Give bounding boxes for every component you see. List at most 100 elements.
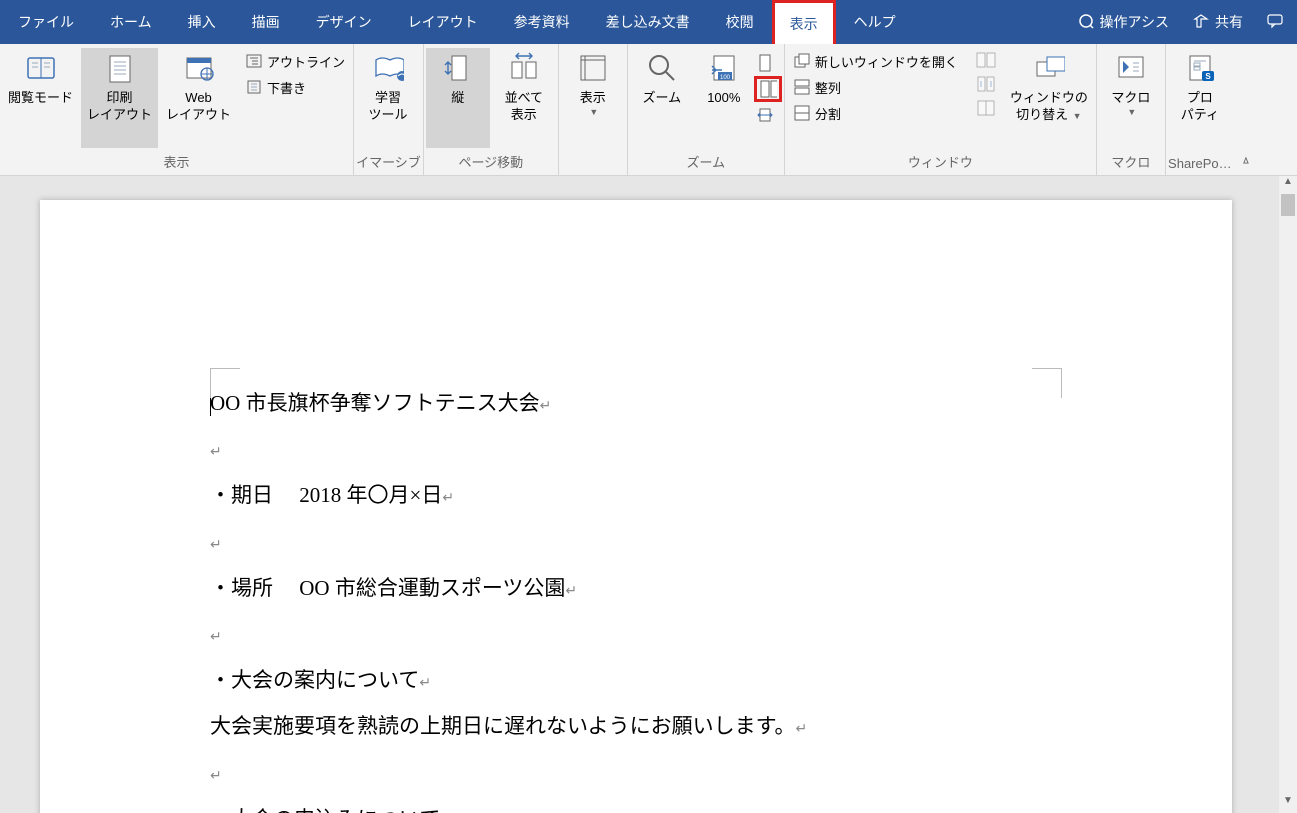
share-icon (1193, 13, 1209, 32)
print-layout-button[interactable]: 印刷 レイアウト (81, 48, 158, 148)
draft-button[interactable]: 下書き (239, 74, 351, 100)
outline-label: アウトライン (267, 52, 345, 71)
doc-line-date: ・期日 2018 年〇月×日 (210, 483, 442, 507)
tab-help[interactable]: ヘルプ (836, 0, 914, 44)
zoom-button[interactable]: ズーム (630, 48, 694, 148)
macros-icon (1115, 52, 1147, 84)
group-immersive: 学習 ツール イマーシブ (354, 44, 424, 175)
tell-me[interactable]: 操作アシス (1066, 0, 1181, 44)
new-window-icon (793, 52, 811, 70)
vertical-icon (442, 52, 474, 84)
show-label: 表示 (580, 90, 606, 107)
chevron-up-icon: ㅿ (1240, 152, 1251, 169)
page-width-button[interactable] (754, 102, 782, 128)
properties-label2: パティ (1181, 107, 1219, 124)
tab-mailings[interactable]: 差し込み文書 (588, 0, 708, 44)
group-views: 閲覧モード 印刷 レイアウト Web レイアウト (0, 44, 354, 175)
switch-windows-button[interactable]: ウィンドウの 切り替え ▼ (1004, 48, 1094, 148)
properties-button[interactable]: S プロ パティ (1168, 48, 1232, 152)
tab-design[interactable]: デザイン (298, 0, 390, 44)
split-icon (793, 104, 811, 122)
split-label: 分割 (815, 104, 841, 123)
multi-page-button[interactable] (754, 76, 782, 102)
side-by-side-icon (508, 52, 540, 84)
split-button[interactable]: 分割 (787, 100, 964, 126)
collapse-ribbon-button[interactable]: ㅿ (1234, 152, 1258, 175)
outline-icon (245, 52, 263, 70)
tab-layout[interactable]: レイアウト (390, 0, 496, 44)
switch-windows-label1: ウィンドウの (1010, 90, 1088, 107)
scroll-up-button[interactable]: ▲ (1279, 176, 1297, 194)
vertical-scrollbar[interactable]: ▲ ▼ (1279, 176, 1297, 813)
group-immersive-label: イマーシブ (356, 148, 421, 175)
arrange-all-icon (793, 78, 811, 96)
one-page-button[interactable] (754, 50, 782, 76)
hundred-percent-button[interactable]: 100 100% (696, 48, 752, 148)
reading-mode-button[interactable]: 閲覧モード (2, 48, 79, 148)
side-by-side-button[interactable]: 並べて 表示 (492, 48, 556, 148)
comments-button[interactable] (1255, 0, 1297, 44)
zoom-label: ズーム (643, 90, 682, 107)
doc-line-guide2: 大会実施要項を熟読の上期日に遅れないようにお願いします。 (210, 714, 795, 738)
reset-window-icon (976, 98, 996, 122)
vertical-button[interactable]: 縦 (426, 48, 490, 148)
chevron-down-icon: ▼ (1127, 107, 1136, 119)
tab-review[interactable]: 校閲 (708, 0, 772, 44)
learning-tools-label1: 学習 (375, 90, 401, 107)
share-button[interactable]: 共有 (1181, 0, 1255, 44)
sync-scroll-icon (976, 74, 996, 98)
new-window-button[interactable]: 新しいウィンドウを開く (787, 48, 964, 74)
doc-line-apply: ・大会の申込みについて (210, 807, 440, 813)
show-icon (577, 52, 609, 84)
group-sharepoint: S プロ パティ SharePo… (1166, 44, 1234, 175)
group-window: 新しいウィンドウを開く 整列 分割 (785, 44, 1097, 175)
lightbulb-icon (1078, 13, 1094, 32)
tab-references[interactable]: 参考資料 (496, 0, 588, 44)
margin-corner-tl (210, 368, 240, 398)
macros-button[interactable]: マクロ ▼ (1099, 48, 1163, 148)
group-zoom: ズーム 100 100% (628, 44, 785, 175)
learning-tools-button[interactable]: 学習 ツール (356, 48, 420, 148)
chevron-down-icon: ▼ (589, 107, 598, 119)
group-show-label (561, 152, 625, 175)
document-body[interactable]: OO 市長旗杯争奪ソフトテニス大会↵ ↵ ・期日 2018 年〇月×日↵ ↵ ・… (210, 380, 1062, 813)
group-page-movement-label: ページ移動 (426, 148, 556, 175)
svg-text:100: 100 (720, 75, 731, 81)
tab-draw[interactable]: 描画 (234, 0, 298, 44)
group-page-movement: 縦 並べて 表示 ページ移動 (424, 44, 559, 175)
document-page[interactable]: OO 市長旗杯争奪ソフトテニス大会↵ ↵ ・期日 2018 年〇月×日↵ ↵ ・… (40, 200, 1232, 813)
web-layout-button[interactable]: Web レイアウト (160, 48, 237, 148)
zoom-icon (646, 52, 678, 84)
learning-tools-icon (372, 52, 404, 84)
arrange-all-button[interactable]: 整列 (787, 74, 964, 100)
tab-insert[interactable]: 挿入 (170, 0, 234, 44)
view-side-by-side-icon (976, 50, 996, 74)
outline-button[interactable]: アウトライン (239, 48, 351, 74)
draft-icon (245, 78, 263, 96)
print-layout-label1: 印刷 (107, 90, 133, 107)
chevron-down-icon: ▼ (1070, 111, 1081, 121)
one-page-icon (756, 54, 774, 72)
scroll-thumb[interactable] (1281, 194, 1295, 216)
arrange-all-label: 整列 (815, 78, 841, 97)
switch-windows-label2: 切り替え (1016, 107, 1068, 122)
group-macro-label: マクロ (1099, 148, 1163, 175)
tab-home[interactable]: ホーム (92, 0, 170, 44)
scroll-down-button[interactable]: ▼ (1279, 795, 1297, 813)
group-zoom-label: ズーム (630, 148, 782, 175)
vertical-label: 縦 (451, 90, 464, 107)
doc-line-guide: ・大会の案内について (210, 668, 419, 692)
group-show: 表示 ▼ (559, 44, 628, 175)
group-views-label: 表示 (2, 148, 351, 175)
doc-title: OO 市長旗杯争奪ソフトテニス大会 (210, 391, 540, 415)
side-by-side-label1: 並べて (505, 90, 543, 107)
print-layout-label2: レイアウト (87, 107, 152, 124)
tab-file[interactable]: ファイル (0, 0, 92, 44)
tab-view[interactable]: 表示 (772, 0, 836, 44)
show-dropdown[interactable]: 表示 ▼ (561, 48, 625, 152)
share-label: 共有 (1215, 12, 1243, 32)
print-layout-icon (104, 52, 136, 84)
web-layout-icon (183, 52, 215, 84)
web-layout-label2: レイアウト (166, 107, 231, 124)
new-window-label: 新しいウィンドウを開く (815, 52, 958, 71)
